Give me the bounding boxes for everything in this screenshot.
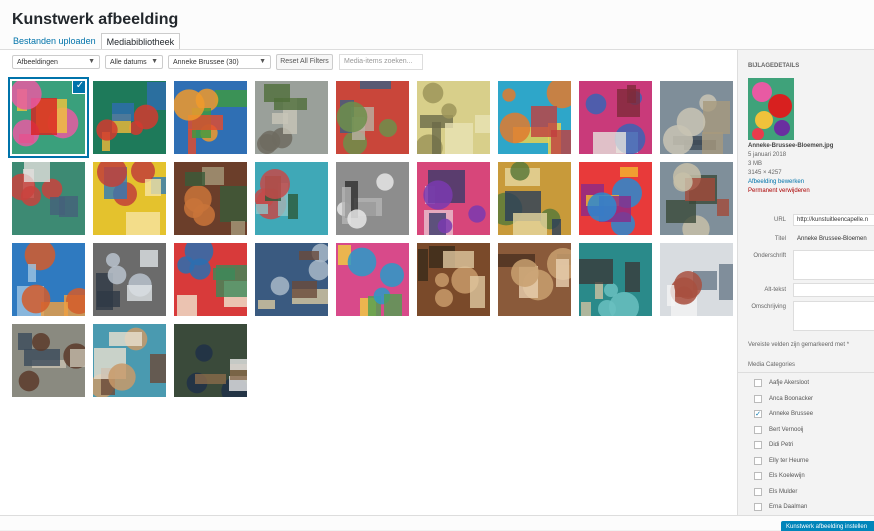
media-thumbnail[interactable] xyxy=(255,162,328,235)
category-item[interactable]: Els Koelewijn xyxy=(754,472,805,480)
description-label: Omschrijving xyxy=(751,304,786,310)
category-item[interactable]: Anca Boonacker xyxy=(754,394,814,403)
filter-type-value: Afbeeldingen xyxy=(17,59,58,66)
media-categories-heading: Media Categories xyxy=(748,362,796,368)
category-label: Els Mulder xyxy=(769,488,798,495)
attachment-details-sidebar: BIJLAGEDETAILS Anneke-Brussee-Bloemen.jp… xyxy=(737,50,874,515)
attachment-filesize: 3 MB xyxy=(748,161,763,167)
required-note: Vereiste velden zijn gemarkeerd met * xyxy=(748,342,850,348)
media-thumbnail[interactable]: ✓ xyxy=(12,81,85,154)
media-thumbnail[interactable] xyxy=(93,243,166,316)
category-item[interactable]: Els Mulder xyxy=(754,487,798,496)
media-thumbnail[interactable] xyxy=(336,162,409,235)
category-label: Els Koelewijn xyxy=(769,473,805,479)
media-thumbnail[interactable] xyxy=(660,162,733,235)
category-label: Didi Petri xyxy=(769,442,794,448)
media-thumbnail[interactable] xyxy=(174,243,247,316)
url-label: URL xyxy=(773,217,786,223)
media-thumbnail[interactable] xyxy=(336,81,409,154)
media-thumbnail[interactable] xyxy=(93,81,166,154)
category-checkbox[interactable] xyxy=(754,503,762,511)
category-checkbox[interactable]: ✓ xyxy=(754,410,762,418)
category-label: Bert Vernooij xyxy=(769,426,804,433)
chevron-down-icon: ▼ xyxy=(151,58,158,65)
modal-title: Kunstwerk afbeelding xyxy=(12,11,179,28)
media-thumbnail[interactable] xyxy=(660,243,733,316)
category-item[interactable]: ✓ Anneke Brussee xyxy=(754,410,813,418)
category-checkbox[interactable] xyxy=(754,441,762,449)
modal-tabs: Bestanden uploaden Mediabibliotheek xyxy=(8,33,181,50)
media-thumbnail[interactable] xyxy=(12,324,85,397)
filter-date-value: Alle datums xyxy=(110,59,147,66)
category-label: Anca Boonacker xyxy=(769,395,814,402)
categories-divider xyxy=(738,372,874,373)
media-thumbnail[interactable] xyxy=(174,324,247,397)
media-modal: Kunstwerk afbeelding Bestanden uploaden … xyxy=(0,0,874,531)
media-thumbnail[interactable] xyxy=(579,81,652,154)
details-heading: BIJLAGEDETAILS xyxy=(748,63,800,69)
attachment-thumbnail xyxy=(748,78,794,140)
tab-media-library[interactable]: Mediabibliotheek xyxy=(100,33,181,50)
category-item[interactable]: Elly ter Heurne xyxy=(754,456,809,465)
category-item[interactable]: Erna Daalman xyxy=(754,503,807,511)
media-thumbnail[interactable] xyxy=(255,81,328,154)
title-field[interactable]: Anneke Brussee-Bloemen xyxy=(793,233,874,245)
media-thumbnail[interactable] xyxy=(660,81,733,154)
media-thumbnail[interactable] xyxy=(255,243,328,316)
delete-permanently-link[interactable]: Permanent verwijderen xyxy=(748,188,810,194)
alt-text-label: Alt-tekst xyxy=(764,287,786,293)
media-thumbnail[interactable] xyxy=(174,81,247,154)
description-field[interactable] xyxy=(793,301,874,331)
filter-type-select[interactable]: Afbeeldingen ▼ xyxy=(12,55,100,69)
url-field[interactable]: http://kunstuitleencapelle.n xyxy=(793,214,874,226)
modal-footer: Kunstwerk afbeelding instellen xyxy=(0,515,874,531)
media-thumbnail[interactable] xyxy=(579,162,652,235)
category-label: Aafje Akersloot xyxy=(769,380,810,386)
media-thumbnail[interactable] xyxy=(498,81,571,154)
category-checkbox[interactable] xyxy=(754,394,762,403)
selected-check-icon[interactable]: ✓ xyxy=(73,81,85,93)
media-thumbnail[interactable] xyxy=(93,324,166,397)
media-thumbnail[interactable] xyxy=(12,243,85,316)
media-thumbnail[interactable] xyxy=(498,162,571,235)
alt-text-field[interactable] xyxy=(793,283,874,297)
chevron-down-icon: ▼ xyxy=(88,58,95,65)
title-label: Titel xyxy=(774,236,786,242)
media-thumbnail[interactable] xyxy=(498,243,571,316)
filter-date-select[interactable]: Alle datums ▼ xyxy=(105,55,163,69)
media-thumbnail[interactable] xyxy=(336,243,409,316)
attachment-dimensions: 3145 × 4257 xyxy=(748,170,782,176)
category-label: Erna Daalman xyxy=(769,504,808,510)
caption-label: Onderschrift xyxy=(753,253,786,259)
category-checkbox[interactable] xyxy=(754,487,762,496)
filter-category-select[interactable]: Anneke Brussee (30) ▼ xyxy=(168,55,271,69)
category-label: Elly ter Heurne xyxy=(769,457,809,464)
category-item[interactable]: Aafje Akersloot xyxy=(754,379,809,387)
media-thumbnail[interactable] xyxy=(12,162,85,235)
category-checkbox[interactable] xyxy=(754,425,762,434)
filter-category-value: Anneke Brussee (30) xyxy=(173,59,239,66)
media-thumbnail[interactable] xyxy=(417,162,490,235)
tab-upload-files[interactable]: Bestanden uploaden xyxy=(8,33,101,50)
category-checkbox[interactable] xyxy=(754,472,762,480)
caption-field[interactable] xyxy=(793,250,874,280)
search-input[interactable]: Media-items zoeken... xyxy=(339,54,423,70)
category-checkbox[interactable] xyxy=(754,456,762,465)
category-item[interactable]: Didi Petri xyxy=(754,441,793,449)
media-thumbnail[interactable] xyxy=(579,243,652,316)
attachment-date: 5 januari 2018 xyxy=(748,152,787,158)
media-toolbar: Afbeeldingen ▼ Alle datums ▼ Anneke Brus… xyxy=(0,50,737,75)
reset-filters-button[interactable]: Reset All Filters xyxy=(276,54,333,70)
category-checkbox[interactable] xyxy=(754,379,762,387)
media-thumbnail[interactable] xyxy=(93,162,166,235)
media-thumbnail[interactable] xyxy=(174,162,247,235)
media-thumbnail[interactable] xyxy=(417,81,490,154)
media-thumbnail[interactable] xyxy=(417,243,490,316)
chevron-down-icon: ▼ xyxy=(259,58,266,65)
category-label: Anneke Brussee xyxy=(769,411,814,417)
attachment-filename: Anneke-Brussee-Bloemen.jpg xyxy=(748,143,834,149)
edit-image-link[interactable]: Afbeelding bewerken xyxy=(748,179,804,185)
modal-header: Kunstwerk afbeelding Bestanden uploaden … xyxy=(0,0,874,50)
category-item[interactable]: Bert Vernooij xyxy=(754,425,804,434)
